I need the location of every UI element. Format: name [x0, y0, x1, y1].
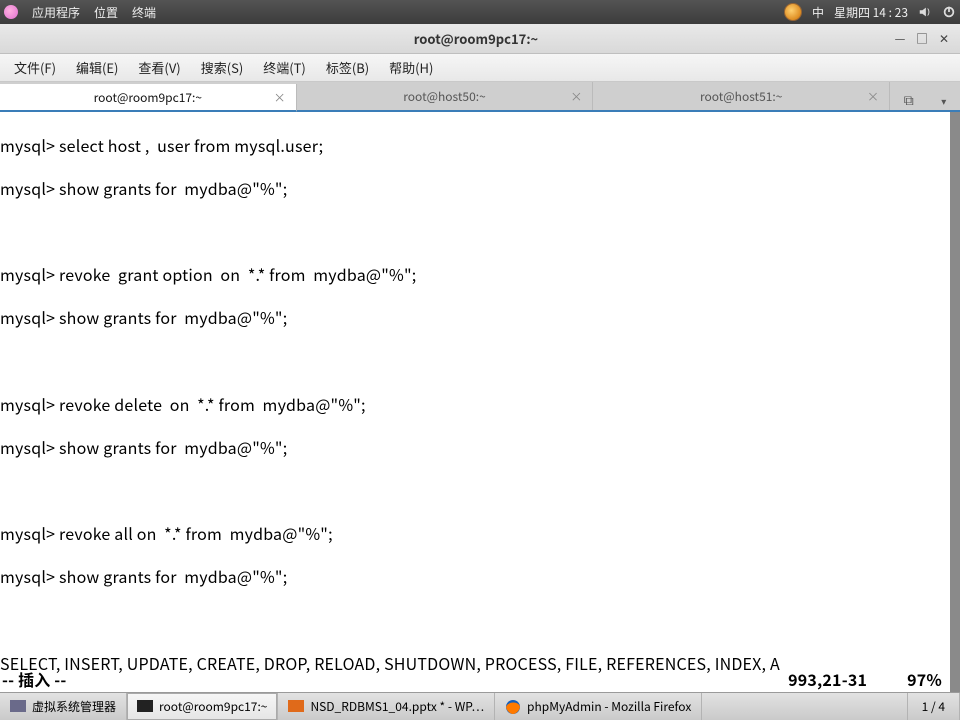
terminal-line: mysql> show grants for mydba@"%";: [0, 564, 287, 588]
tab-menu-icon[interactable]: ▾: [941, 93, 946, 108]
update-notifier-icon[interactable]: [784, 3, 802, 21]
distro-logo-icon: [4, 5, 18, 19]
tab-close-icon[interactable]: ×: [274, 89, 286, 106]
menu-search[interactable]: 搜索(S): [193, 55, 252, 80]
task-virt-manager[interactable]: 虚拟系统管理器: [0, 693, 127, 720]
clock[interactable]: 星期四 14 : 23: [834, 4, 908, 21]
workspace-label: 1 / 4: [922, 698, 945, 715]
terminal-line: mysql> revoke delete on *.* from mydba@"…: [0, 392, 366, 416]
tab-label: root@room9pc17:~: [94, 89, 202, 106]
tab-label: root@host50:~: [403, 88, 485, 105]
power-icon[interactable]: [942, 5, 956, 19]
menu-tabs[interactable]: 标签(B): [318, 55, 377, 80]
terminal-line: mysql> revoke grant option on *.* from m…: [0, 262, 416, 286]
task-firefox[interactable]: phpMyAdmin - Mozilla Firefox: [495, 693, 702, 720]
window-minimize-button[interactable]: —: [892, 31, 908, 47]
new-tab-icon[interactable]: ⧉: [904, 90, 914, 110]
menu-edit[interactable]: 编辑(E): [68, 55, 126, 80]
terminal-viewport[interactable]: mysql> select host , user from mysql.use…: [0, 112, 960, 692]
tab-close-icon[interactable]: ×: [570, 88, 582, 105]
task-label: phpMyAdmin - Mozilla Firefox: [527, 698, 691, 715]
terminal-line: mysql> select host , user from mysql.use…: [0, 133, 323, 157]
task-wps[interactable]: NSD_RDBMS1_04.pptx * - WP…: [278, 693, 495, 720]
task-label: NSD_RDBMS1_04.pptx * - WP…: [310, 698, 484, 715]
terminal-tab-1[interactable]: root@host50:~ ×: [297, 82, 594, 110]
menu-terminal[interactable]: 终端(T): [255, 55, 314, 80]
terminal-tab-0[interactable]: root@room9pc17:~ ×: [0, 84, 297, 112]
firefox-icon: [505, 699, 521, 715]
volume-icon[interactable]: [918, 5, 932, 19]
terminal-scrollbar[interactable]: [950, 112, 960, 692]
desktop-topbar: 应用程序 位置 终端 中 星期四 14 : 23: [0, 0, 960, 24]
presentation-icon: [288, 699, 304, 715]
terminal-tab-2[interactable]: root@host51:~ ×: [593, 82, 890, 110]
vim-status-line: -- 插入 --993,21-3197%: [0, 669, 948, 690]
task-label: 虚拟系统管理器: [32, 698, 116, 715]
terminal-line: mysql> show grants for mydba@"%";: [0, 176, 287, 200]
window-titlebar[interactable]: root@room9pc17:~ — □ ✕: [0, 24, 960, 54]
menu-file[interactable]: 文件(F): [6, 55, 64, 80]
terminal-line: mysql> show grants for mydba@"%";: [0, 435, 287, 459]
virt-manager-icon: [10, 699, 26, 715]
terminal-line: mysql> revoke all on *.* from mydba@"%";: [0, 521, 333, 545]
terminal-tabstrip: root@room9pc17:~ × root@host50:~ × root@…: [0, 82, 960, 112]
scrollbar-thumb[interactable]: [950, 112, 960, 692]
terminal-app-menu[interactable]: 终端: [132, 4, 156, 21]
workspace-switcher[interactable]: 1 / 4: [907, 693, 960, 720]
task-terminal[interactable]: root@room9pc17:~: [127, 693, 278, 720]
desktop-taskbar: 虚拟系统管理器 root@room9pc17:~ NSD_RDBMS1_04.p…: [0, 692, 960, 720]
menubar: 文件(F) 编辑(E) 查看(V) 搜索(S) 终端(T) 标签(B) 帮助(H…: [0, 54, 960, 82]
terminal-icon: [137, 699, 153, 715]
terminal-line: mysql> show grants for mydba@"%";: [0, 305, 287, 329]
menu-view[interactable]: 查看(V): [130, 55, 188, 80]
tab-label: root@host51:~: [700, 88, 782, 105]
task-label: root@room9pc17:~: [159, 698, 267, 715]
window-close-button[interactable]: ✕: [936, 31, 952, 47]
places-menu[interactable]: 位置: [94, 4, 118, 21]
applications-menu[interactable]: 应用程序: [32, 4, 80, 21]
tab-close-icon[interactable]: ×: [867, 88, 879, 105]
ime-indicator[interactable]: 中: [812, 4, 824, 21]
window-title: root@room9pc17:~: [60, 29, 892, 48]
window-maximize-button[interactable]: □: [914, 31, 930, 47]
menu-help[interactable]: 帮助(H): [381, 55, 441, 80]
